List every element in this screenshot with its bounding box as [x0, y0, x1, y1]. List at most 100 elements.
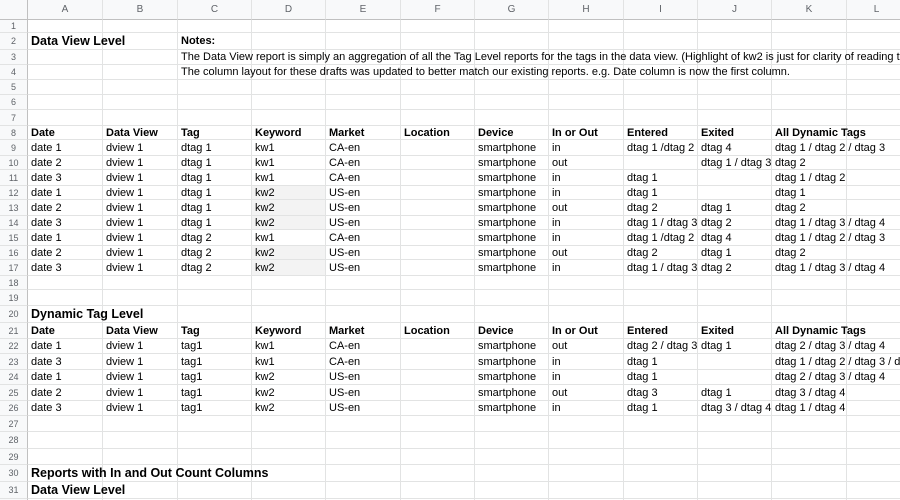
grid-cell[interactable]: [326, 465, 401, 482]
grid-cell[interactable]: [178, 306, 252, 323]
grid-cell[interactable]: [28, 416, 103, 432]
grid-cell[interactable]: [624, 465, 698, 482]
grid-cell[interactable]: [549, 449, 624, 465]
grid-cell[interactable]: [698, 354, 772, 370]
row-header-19[interactable]: 19: [0, 290, 28, 306]
cell-value[interactable]: CA-en: [326, 354, 363, 370]
column-label[interactable]: Exited: [698, 323, 737, 339]
grid-cell[interactable]: [401, 230, 475, 246]
grid-cell[interactable]: [103, 432, 178, 449]
grid-cell[interactable]: [624, 95, 698, 110]
grid-cell[interactable]: [847, 401, 900, 416]
grid-cell[interactable]: [624, 306, 698, 323]
grid-cell[interactable]: [475, 432, 549, 449]
cell-value[interactable]: dview 1: [103, 216, 146, 230]
grid-cell[interactable]: [326, 449, 401, 465]
grid-cell[interactable]: [475, 110, 549, 126]
grid-cell[interactable]: [847, 416, 900, 432]
cell-value[interactable]: date 3: [28, 401, 65, 416]
grid-cell[interactable]: [252, 416, 326, 432]
grid-cell[interactable]: [772, 110, 847, 126]
grid-cell[interactable]: [847, 110, 900, 126]
grid-cell[interactable]: [28, 80, 103, 95]
column-label[interactable]: Entered: [624, 323, 671, 339]
cell-value[interactable]: dtag 2 / dtag 3 / dtag 4: [772, 370, 888, 385]
cell-value[interactable]: kw2: [252, 246, 278, 260]
cell-value[interactable]: smartphone: [475, 186, 539, 200]
cell-value[interactable]: smartphone: [475, 370, 539, 385]
cell-value[interactable]: dtag 2: [624, 200, 661, 216]
cell-value[interactable]: dview 1: [103, 170, 146, 186]
grid-cell[interactable]: [698, 290, 772, 306]
cell-value[interactable]: kw2: [252, 186, 278, 200]
grid-cell[interactable]: [28, 276, 103, 290]
column-header-f[interactable]: F: [401, 0, 475, 20]
column-header-h[interactable]: H: [549, 0, 624, 20]
cell-value[interactable]: in: [549, 216, 564, 230]
grid-cell[interactable]: [772, 482, 847, 499]
row-header-7[interactable]: 7: [0, 110, 28, 126]
grid-cell[interactable]: [847, 385, 900, 401]
cell-value[interactable]: in: [549, 140, 564, 156]
cell-value[interactable]: smartphone: [475, 170, 539, 186]
grid-cell[interactable]: [698, 95, 772, 110]
cell-value[interactable]: kw1: [252, 230, 278, 246]
cell-value[interactable]: dtag 1: [178, 170, 215, 186]
grid-cell[interactable]: [549, 80, 624, 95]
cell-value[interactable]: kw2: [252, 401, 278, 416]
cell-value[interactable]: dtag 3 / dtag 4: [772, 385, 848, 401]
row-header-14[interactable]: 14: [0, 216, 28, 230]
cell-value[interactable]: tag1: [178, 354, 205, 370]
grid-cell[interactable]: [103, 80, 178, 95]
grid-cell[interactable]: [401, 306, 475, 323]
cell-value[interactable]: US-en: [326, 385, 363, 401]
grid-cell[interactable]: [252, 110, 326, 126]
cell-value[interactable]: dtag 1 / dtag 2: [772, 170, 848, 186]
grid-cell[interactable]: [624, 110, 698, 126]
column-label[interactable]: Notes:: [178, 33, 218, 50]
grid-cell[interactable]: [28, 95, 103, 110]
grid-cell[interactable]: [401, 33, 475, 50]
cell-value[interactable]: dtag 1: [624, 401, 661, 416]
grid-cell[interactable]: [698, 276, 772, 290]
grid-cell[interactable]: [847, 449, 900, 465]
grid-cell[interactable]: [103, 95, 178, 110]
cell-value[interactable]: in: [549, 370, 564, 385]
grid-cell[interactable]: [401, 385, 475, 401]
grid-cell[interactable]: [475, 95, 549, 110]
spreadsheet-grid[interactable]: A B C D E F G H I J K L 1 2 3 4 5 6 7 8 9 10 11 12 13 14 15 16 17 18 1…: [0, 0, 900, 500]
grid-cell[interactable]: [28, 290, 103, 306]
cell-value[interactable]: dtag 2: [772, 200, 809, 216]
cell-value[interactable]: dview 1: [103, 186, 146, 200]
grid-cell[interactable]: [401, 260, 475, 276]
grid-cell[interactable]: [252, 80, 326, 95]
grid-cell[interactable]: [475, 482, 549, 499]
section-title[interactable]: Reports with In and Out Count Columns: [28, 465, 271, 482]
grid-cell[interactable]: [326, 80, 401, 95]
cell-value[interactable]: smartphone: [475, 401, 539, 416]
grid-cell[interactable]: [847, 276, 900, 290]
grid-cell[interactable]: [103, 276, 178, 290]
grid-cell[interactable]: [698, 482, 772, 499]
grid-cell[interactable]: [772, 449, 847, 465]
grid-cell[interactable]: [252, 482, 326, 499]
grid-cell[interactable]: [252, 33, 326, 50]
cell-value[interactable]: dtag 1 / dtag 3: [624, 260, 700, 276]
grid-cell[interactable]: [772, 33, 847, 50]
grid-cell[interactable]: [326, 482, 401, 499]
grid-cell[interactable]: [401, 416, 475, 432]
cell-value[interactable]: kw2: [252, 385, 278, 401]
grid-cell[interactable]: [549, 290, 624, 306]
grid-cell[interactable]: [772, 20, 847, 33]
grid-cell[interactable]: [401, 95, 475, 110]
grid-cell[interactable]: [475, 306, 549, 323]
cell-value[interactable]: CA-en: [326, 140, 363, 156]
grid-cell[interactable]: [252, 449, 326, 465]
grid-cell[interactable]: [401, 186, 475, 200]
cell-value[interactable]: smartphone: [475, 140, 539, 156]
grid-cell[interactable]: [252, 95, 326, 110]
row-header-3[interactable]: 3: [0, 50, 28, 65]
column-header-b[interactable]: B: [103, 0, 178, 20]
column-label[interactable]: Keyword: [252, 323, 304, 339]
cell-value[interactable]: date 3: [28, 216, 65, 230]
